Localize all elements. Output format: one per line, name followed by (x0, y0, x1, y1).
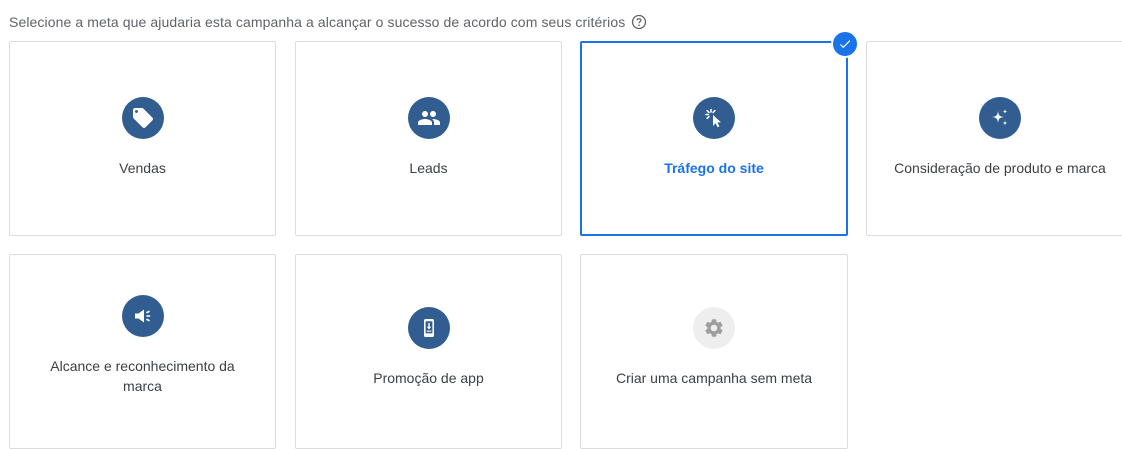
goal-label: Criar uma campanha sem meta (615, 370, 813, 386)
goal-label: Alcance e reconhecimento da marca (50, 356, 234, 396)
phone-download-icon (407, 307, 450, 349)
goal-card-promocao-de-app[interactable]: Promoção de app (295, 254, 562, 449)
goal-prompt-text: Selecione a meta que ajudaria esta campa… (9, 14, 626, 30)
sparkle-icon (979, 97, 1021, 139)
goal-label: Tráfego do site (664, 160, 764, 176)
help-icon[interactable] (631, 14, 647, 30)
goal-card-sem-meta[interactable]: Criar uma campanha sem meta (580, 254, 848, 449)
goal-card-leads[interactable]: Leads (295, 41, 562, 236)
tag-icon (121, 97, 164, 139)
goal-label: Vendas (119, 160, 166, 176)
goal-label: Consideração de produto e marca (894, 160, 1106, 176)
goal-label-line: Alcance e reconhecimento da (50, 358, 235, 374)
selected-check-icon (831, 30, 859, 58)
goal-card-trafego-do-site[interactable]: Tráfego do site (580, 30, 859, 236)
goal-label: Leads (409, 160, 448, 176)
goal-prompt: Selecione a meta que ajudaria esta campa… (9, 11, 647, 33)
goal-label: Promoção de app (373, 370, 484, 386)
cursor-click-icon (693, 97, 735, 139)
goal-card-vendas[interactable]: Vendas (9, 41, 276, 236)
goal-label-line: marca (123, 378, 162, 394)
goal-card-consideracao[interactable]: Consideração de produto e marca (866, 41, 1122, 236)
megaphone-icon (121, 295, 164, 337)
gear-icon (693, 307, 735, 349)
people-icon (407, 97, 450, 139)
goal-card-alcance[interactable]: Alcance e reconhecimento da marca (9, 254, 276, 449)
